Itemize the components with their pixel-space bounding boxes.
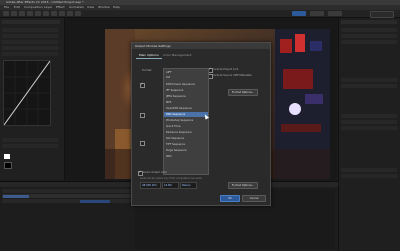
panel-row[interactable]	[341, 28, 397, 32]
output-to-link[interactable]	[80, 200, 110, 203]
format-option[interactable]: Quick Time	[166, 124, 206, 129]
include-project-link-label: Include Project Link	[213, 68, 239, 71]
hand-tool-button[interactable]	[19, 11, 25, 16]
rotate-tool-button[interactable]	[35, 11, 41, 16]
video-output-checkbox[interactable]	[140, 82, 145, 88]
format-dropdown-list[interactable]: AIFF AVI DPX/Cineon Sequence IFF Sequenc…	[163, 68, 209, 175]
crop-checkbox[interactable]	[140, 141, 145, 146]
format-option[interactable]: OpenEXR Sequence	[166, 106, 206, 111]
tab-color-management[interactable]: Color Management	[160, 53, 195, 58]
property-row[interactable]	[2, 138, 58, 142]
text-tool-button[interactable]	[75, 11, 81, 16]
home-tool-button[interactable]	[3, 11, 9, 16]
format-option[interactable]: WAV	[166, 154, 206, 159]
audio-bit-depth-select[interactable]: 16 Bit	[162, 182, 179, 189]
pan-tool-button[interactable]	[51, 11, 57, 16]
toolbar	[0, 10, 400, 18]
property-row[interactable]	[2, 34, 58, 38]
panel-row[interactable]	[341, 126, 397, 130]
format-option[interactable]: JPEG Sequence	[166, 94, 206, 99]
search-help-field[interactable]	[370, 11, 394, 18]
panel-header	[2, 20, 60, 24]
format-option[interactable]: IFF Sequence	[166, 88, 206, 93]
workspace-tab-active[interactable]	[292, 11, 306, 16]
mask-tool-button[interactable]	[59, 11, 65, 16]
property-row[interactable]	[2, 144, 58, 148]
queue-item-status	[3, 195, 29, 198]
format-option[interactable]: Radiance Sequence	[166, 130, 206, 135]
pen-tool-button[interactable]	[67, 11, 73, 16]
zoom-tool-button[interactable]	[27, 11, 33, 16]
format-options-button[interactable]: Format Options...	[228, 89, 258, 96]
workspace-tab[interactable]	[310, 11, 324, 16]
audio-format-options-button[interactable]: Format Options...	[228, 182, 258, 189]
cancel-button[interactable]: Cancel	[242, 195, 266, 202]
panel-row[interactable]	[341, 84, 397, 88]
panel-row[interactable]	[341, 168, 397, 172]
format-option[interactable]: MP3	[166, 100, 206, 105]
property-row[interactable]	[2, 46, 58, 50]
property-row[interactable]	[2, 28, 58, 32]
format-option[interactable]: Targa Sequence	[166, 148, 206, 153]
panel-row[interactable]	[341, 78, 397, 82]
format-option[interactable]: AVI	[166, 75, 206, 80]
resize-checkbox[interactable]	[140, 113, 145, 118]
property-row[interactable]	[2, 52, 58, 56]
audio-note: Audio will be output only if the composi…	[140, 177, 203, 180]
format-option[interactable]: TIFF Sequence	[166, 142, 206, 147]
audio-sample-rate-select[interactable]: 48.000 kHz	[140, 182, 161, 189]
include-source-xmp-label: Include Source XMP Metadata	[213, 74, 252, 77]
panel-header	[341, 20, 397, 24]
format-option-selected[interactable]: PNG Sequence	[164, 112, 208, 117]
color-swatch-white[interactable]	[4, 154, 10, 159]
audio-channels-select[interactable]: Stereo	[180, 182, 197, 189]
panel-row[interactable]	[341, 34, 397, 38]
color-swatch-black[interactable]	[4, 162, 12, 169]
format-option[interactable]: SGI Sequence	[166, 136, 206, 141]
panel-row[interactable]	[341, 174, 397, 178]
panel-row[interactable]	[341, 120, 397, 124]
format-option[interactable]: DPX/Cineon Sequence	[166, 82, 206, 87]
curves-graph[interactable]	[3, 60, 51, 126]
selection-tool-button[interactable]	[11, 11, 17, 16]
format-option[interactable]: Photoshop Sequence	[166, 118, 206, 123]
format-label: Format:	[142, 69, 153, 72]
property-row[interactable]	[2, 40, 58, 44]
right-panels	[338, 18, 400, 250]
camera-tool-button[interactable]	[43, 11, 49, 16]
queue-header-row	[2, 189, 132, 193]
panel-row[interactable]	[341, 40, 397, 44]
workspace-tab[interactable]	[328, 11, 342, 16]
curve-line	[3, 60, 51, 126]
audio-output-section-label: Audio Output Auto	[143, 171, 168, 174]
output-module-row[interactable]	[2, 199, 132, 203]
output-module-settings-dialog: Output Module Settings Main Options Colo…	[131, 42, 271, 206]
tab-main-options[interactable]: Main Options	[136, 53, 162, 59]
dialog-title: Output Module Settings	[132, 43, 270, 49]
ok-button[interactable]: OK	[220, 195, 240, 202]
panel-row[interactable]	[341, 114, 397, 118]
